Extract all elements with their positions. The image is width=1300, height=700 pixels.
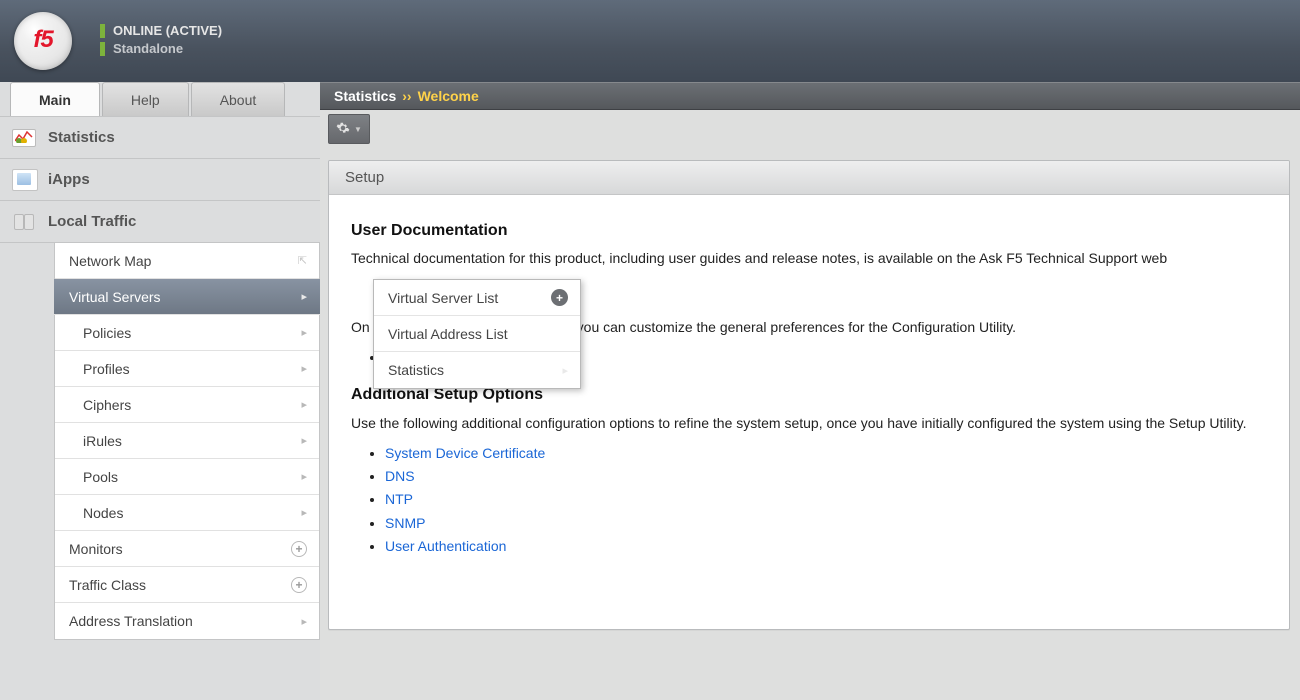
nav-group-local-traffic[interactable]: Local Traffic: [0, 201, 320, 243]
chevron-right-icon: ▸: [301, 615, 307, 628]
nav-item-virtual-servers[interactable]: Virtual Servers ▸ Virtual Server List + …: [54, 279, 320, 315]
nav-item-label: Monitors: [69, 541, 123, 557]
link-ntp[interactable]: NTP: [385, 491, 413, 507]
status-primary: ONLINE (ACTIVE): [113, 23, 222, 38]
nav-item-label: Pools: [83, 469, 118, 485]
f5-logo: f5: [14, 12, 72, 70]
chevron-right-icon: ▸: [301, 470, 307, 483]
nav-item-label: Address Translation: [69, 613, 193, 629]
content-toolbar: ▼: [320, 110, 1300, 148]
nav-group-label: Statistics: [48, 129, 115, 146]
nav-item-label: Profiles: [83, 361, 130, 377]
breadcrumb-separator-icon: ››: [402, 88, 411, 104]
status-indicator-icon: [100, 42, 105, 56]
tab-about[interactable]: About: [191, 82, 286, 116]
f5-logo-text: f5: [33, 26, 52, 54]
local-traffic-icon: [12, 211, 38, 233]
link-user-authentication[interactable]: User Authentication: [385, 538, 506, 554]
nav-item-traffic-class[interactable]: Traffic Class +: [55, 567, 319, 603]
chevron-right-icon: ▸: [301, 362, 307, 375]
caret-down-icon: ▼: [354, 125, 362, 134]
flyout-item-virtual-address-list[interactable]: Virtual Address List: [374, 316, 580, 352]
flyout-item-statistics[interactable]: Statistics ▸: [374, 352, 580, 388]
nav-group-label: Local Traffic: [48, 213, 136, 230]
link-system-device-certificate[interactable]: System Device Certificate: [385, 445, 545, 461]
text-user-documentation: Technical documentation for this product…: [351, 248, 1267, 268]
text-additional-setup: Use the following additional configurati…: [351, 413, 1267, 433]
nav-group-statistics[interactable]: Statistics: [0, 117, 320, 159]
breadcrumb-root[interactable]: Statistics: [334, 88, 396, 104]
content-column: Statistics ›› Welcome ▼ Setup User Docum…: [320, 82, 1300, 700]
nav-item-policies[interactable]: Policies ▸: [55, 315, 319, 351]
tab-main[interactable]: Main: [10, 82, 100, 116]
chevron-right-icon: ▸: [301, 326, 307, 339]
panel-body: User Documentation Technical documentati…: [329, 195, 1289, 590]
chevron-right-icon: ▸: [301, 398, 307, 411]
nav-item-label: Traffic Class: [69, 577, 146, 593]
chevron-right-icon: ▸: [301, 506, 307, 519]
link-dns[interactable]: DNS: [385, 468, 415, 484]
breadcrumb-current: Welcome: [418, 88, 479, 104]
chevron-right-icon: ▸: [301, 290, 307, 303]
add-icon[interactable]: +: [291, 577, 307, 593]
flyout-item-label: Virtual Server List: [388, 290, 498, 306]
flyout-item-label: Statistics: [388, 362, 444, 378]
panel-title: Setup: [329, 161, 1289, 195]
flyout-item-label: Virtual Address List: [388, 326, 508, 342]
nav-item-label: Ciphers: [83, 397, 131, 413]
nav-item-address-translation[interactable]: Address Translation ▸: [55, 603, 319, 639]
nav-item-network-map[interactable]: Network Map ⇱: [55, 243, 319, 279]
breadcrumb: Statistics ›› Welcome: [320, 82, 1300, 110]
popout-icon: ⇱: [298, 254, 307, 267]
nav-group-label: iApps: [48, 171, 90, 188]
top-banner: f5 ONLINE (ACTIVE) Standalone: [0, 0, 1300, 82]
chevron-right-icon: ▸: [301, 434, 307, 447]
setup-panel: Setup User Documentation Technical docum…: [328, 160, 1290, 630]
status-secondary: Standalone: [113, 41, 183, 56]
nav-item-label: Policies: [83, 325, 131, 341]
nav-item-monitors[interactable]: Monitors +: [55, 531, 319, 567]
add-icon[interactable]: +: [551, 289, 568, 306]
status-block: ONLINE (ACTIVE) Standalone: [100, 23, 222, 59]
nav-item-nodes[interactable]: Nodes ▸: [55, 495, 319, 531]
status-indicator-icon: [100, 24, 105, 38]
nav-item-label: iRules: [83, 433, 122, 449]
nav-item-pools[interactable]: Pools ▸: [55, 459, 319, 495]
tab-help[interactable]: Help: [102, 82, 189, 116]
nav-item-label: Network Map: [69, 253, 151, 269]
nav-item-ciphers[interactable]: Ciphers ▸: [55, 387, 319, 423]
left-column: Main Help About Statistics iApps Local T…: [0, 82, 320, 700]
settings-dropdown-button[interactable]: ▼: [328, 114, 370, 144]
nav-tabs: Main Help About: [0, 82, 320, 116]
nav-item-label: Virtual Servers: [69, 289, 161, 305]
heading-user-documentation: User Documentation: [351, 219, 1267, 242]
nav-sub-local-traffic: Network Map ⇱ Virtual Servers ▸ Virtual …: [54, 243, 320, 640]
iapps-icon: [12, 169, 38, 191]
side-nav: Statistics iApps Local Traffic Network M…: [0, 116, 320, 640]
virtual-servers-flyout: Virtual Server List + Virtual Address Li…: [373, 279, 581, 389]
chevron-right-icon: ▸: [562, 364, 568, 377]
add-icon[interactable]: +: [291, 541, 307, 557]
nav-group-iapps[interactable]: iApps: [0, 159, 320, 201]
nav-item-profiles[interactable]: Profiles ▸: [55, 351, 319, 387]
nav-item-irules[interactable]: iRules ▸: [55, 423, 319, 459]
gear-icon: [336, 121, 350, 138]
nav-item-label: Nodes: [83, 505, 123, 521]
link-snmp[interactable]: SNMP: [385, 515, 425, 531]
flyout-item-virtual-server-list[interactable]: Virtual Server List +: [374, 280, 580, 316]
statistics-icon: [12, 127, 38, 149]
